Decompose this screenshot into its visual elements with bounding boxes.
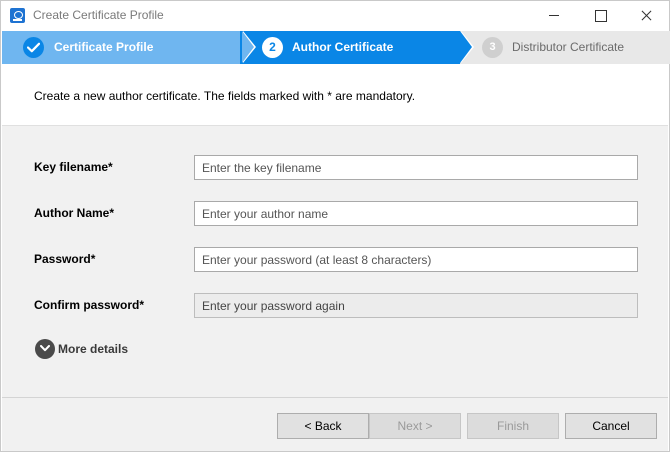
step-arrow [460,31,472,63]
confirm-password-input [194,293,638,318]
author-certificate-form: Key filename* Author Name* Password* Con… [2,125,668,397]
more-details-toggle[interactable]: More details [35,339,128,359]
more-details-label: More details [58,342,129,356]
step-number-badge: 3 [482,37,503,58]
certificate-app-icon [10,8,25,23]
minimize-button[interactable] [531,1,577,31]
finish-button[interactable]: Finish [467,413,559,439]
password-label: Password* [34,252,96,266]
step-distributor-certificate: 3 Distributor Certificate [460,31,670,64]
checkmark-icon [27,42,40,53]
confirm-password-label: Confirm password* [34,298,145,312]
password-input[interactable] [194,247,638,272]
chevron-down-icon [35,339,55,359]
author-name-label: Author Name* [34,206,115,220]
wizard-steps: Certificate Profile 2 Author Certificate… [2,31,670,64]
back-button[interactable]: < Back [277,413,369,439]
step-certificate-profile: Certificate Profile [2,31,256,64]
step-author-certificate: 2 Author Certificate [240,31,474,64]
next-button[interactable]: Next > [369,413,461,439]
title-bar: Create Certificate Profile [1,1,669,31]
step-completed-badge [23,37,44,58]
create-certificate-profile-window: Create Certificate Profile Certificate P… [0,0,670,452]
window-title: Create Certificate Profile [33,8,164,22]
dialog-footer: < Back Next > Finish Cancel [2,397,668,451]
instruction-text: Create a new author certificate. The fie… [34,89,416,103]
step-label: Author Certificate [292,40,394,54]
maximize-button[interactable] [577,1,623,31]
key-filename-input[interactable] [194,155,638,180]
step-label: Distributor Certificate [512,40,625,54]
close-button[interactable] [623,1,669,31]
step-label: Certificate Profile [54,40,154,54]
key-filename-label: Key filename* [34,160,113,174]
step-number-badge: 2 [262,37,283,58]
author-name-input[interactable] [194,201,638,226]
step-arrow [242,31,254,63]
cancel-button[interactable]: Cancel [565,413,657,439]
